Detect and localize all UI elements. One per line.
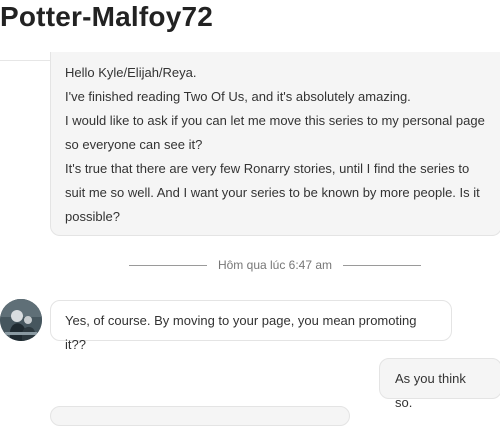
conversation-title: Potter-Malfoy72	[0, 1, 214, 32]
message-line: I would like to ask if you can let me mo…	[65, 113, 485, 128]
timestamp-separator: Hôm qua lúc 6:47 am	[125, 255, 425, 275]
message-line: possible?	[65, 209, 120, 224]
separator-line-left	[128, 264, 207, 266]
message-line: Hello Kyle/Elijah/Reya.	[65, 65, 197, 80]
sender-avatar[interactable]	[0, 299, 42, 341]
separator-line-right	[343, 264, 422, 266]
message-line: so everyone can see it?	[65, 137, 203, 152]
chat-header: Potter-Malfoy72	[0, 0, 500, 50]
message-line: I've finished reading Two Of Us, and it'…	[65, 89, 411, 104]
avatar-image-icon	[0, 299, 42, 341]
message-line: suit me so well. And I want your series …	[65, 185, 480, 200]
next-message-bubble	[50, 406, 350, 426]
own-message-bubble: As you think so.	[379, 358, 500, 410]
message-line: It's true that there are very few Ronarr…	[65, 161, 470, 176]
incoming-message-bubble: Hello Kyle/Elijah/Reya. I've finished re…	[50, 52, 500, 236]
reply-message-text: Yes, of course. By moving to your page, …	[65, 313, 417, 352]
own-message-text: As you think so.	[395, 371, 466, 410]
reply-message-bubble: Yes, of course. By moving to your page, …	[50, 300, 452, 352]
timestamp-label: Hôm qua lúc 6:47 am	[217, 258, 333, 272]
